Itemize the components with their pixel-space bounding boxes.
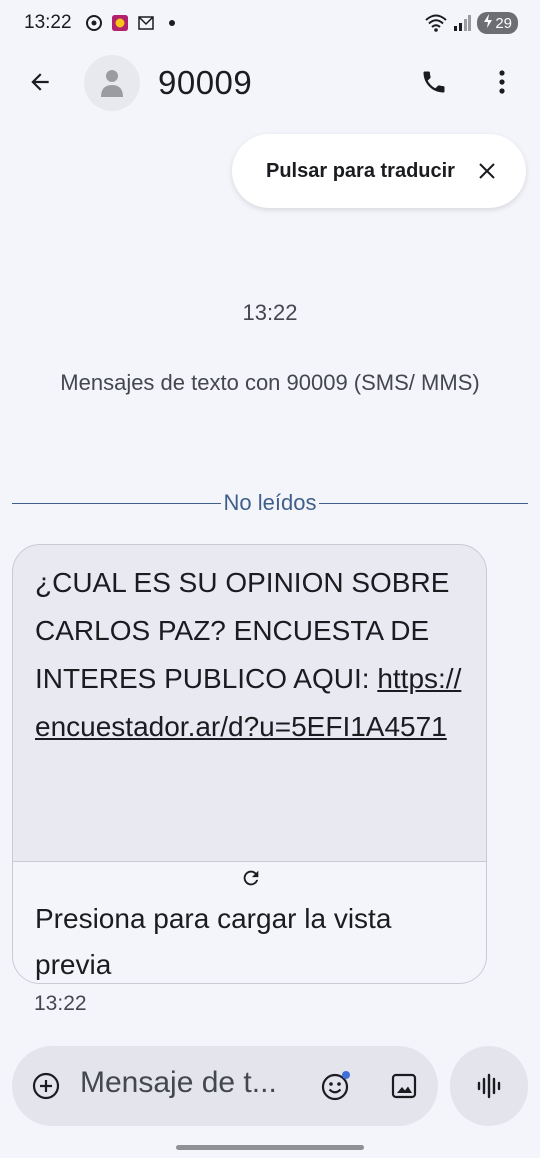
preview-label: Presiona para cargar la vista previa bbox=[35, 903, 392, 980]
link-preview[interactable]: Presiona para cargar la vista previa bbox=[13, 861, 486, 983]
emoji-button[interactable] bbox=[318, 1068, 354, 1104]
gmail-icon bbox=[137, 15, 154, 31]
call-button[interactable] bbox=[414, 62, 454, 102]
conversation-start-time: 13:22 bbox=[242, 300, 298, 325]
status-bar: 13:22 29 bbox=[0, 0, 540, 46]
message-time: 13:22 bbox=[34, 992, 87, 1015]
unread-divider: No leídos bbox=[12, 488, 529, 518]
message-body: ¿CUAL ES SU OPINION SOBRE CARLOS PAZ? EN… bbox=[35, 559, 465, 751]
divider-line-right bbox=[319, 502, 529, 504]
add-attachment-button[interactable] bbox=[30, 1070, 62, 1102]
status-time: 13:22 bbox=[24, 12, 72, 33]
phone-icon bbox=[423, 71, 445, 93]
image-icon bbox=[391, 1073, 417, 1099]
translate-chip[interactable]: Pulsar para traducir bbox=[232, 134, 526, 208]
close-icon bbox=[479, 163, 495, 179]
app-notification-icon bbox=[111, 15, 128, 31]
translate-label: Pulsar para traducir bbox=[266, 159, 455, 182]
waveform-icon bbox=[477, 1073, 501, 1099]
battery-indicator: 29 bbox=[477, 12, 518, 34]
conversation-info: Mensajes de texto con 90009 (SMS/ MMS) bbox=[60, 370, 480, 395]
message-bubble[interactable]: ¿CUAL ES SU OPINION SOBRE CARLOS PAZ? EN… bbox=[12, 544, 487, 984]
emoji-icon bbox=[321, 1071, 350, 1101]
refresh-icon bbox=[239, 866, 263, 890]
more-options-button[interactable] bbox=[482, 62, 522, 102]
battery-level: 29 bbox=[495, 14, 512, 32]
more-notifications-dot-icon bbox=[164, 15, 180, 31]
message-input[interactable]: Mensaje de t... bbox=[80, 1066, 277, 1100]
close-translate-button[interactable] bbox=[472, 156, 502, 186]
add-circle-icon bbox=[32, 1072, 60, 1100]
avatar[interactable] bbox=[84, 55, 140, 111]
top-app-bar: 90009 bbox=[0, 50, 540, 114]
chrome-icon bbox=[85, 15, 102, 31]
wifi-icon bbox=[425, 14, 447, 32]
voice-message-button[interactable] bbox=[450, 1046, 528, 1126]
compose-bar: Mensaje de t... bbox=[12, 1046, 438, 1126]
arrow-back-icon bbox=[31, 73, 49, 91]
more-vert-icon bbox=[499, 70, 505, 94]
signal-icon bbox=[453, 15, 472, 31]
charging-icon bbox=[483, 14, 493, 32]
navigation-handle[interactable] bbox=[176, 1145, 364, 1150]
gallery-button[interactable] bbox=[386, 1068, 422, 1104]
back-button[interactable] bbox=[20, 62, 60, 102]
unread-label: No leídos bbox=[223, 490, 317, 515]
divider-line-left bbox=[12, 502, 221, 504]
conversation-title: 90009 bbox=[158, 64, 253, 101]
person-icon bbox=[101, 70, 123, 97]
